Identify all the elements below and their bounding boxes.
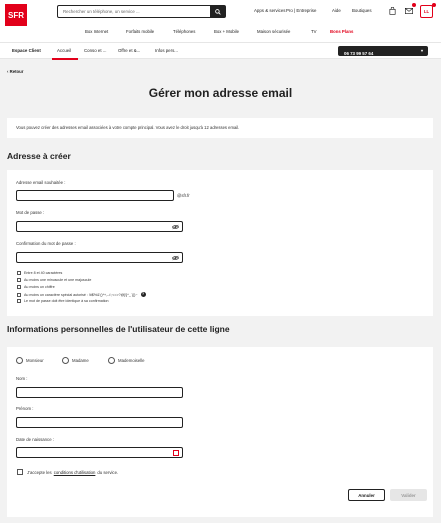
active-tab-indicator xyxy=(52,58,78,60)
page-title: Gérer mon adresse email xyxy=(148,86,293,100)
help-icon[interactable]: ? xyxy=(140,292,146,297)
mail-icon xyxy=(405,8,413,14)
email-field[interactable] xyxy=(16,190,174,201)
rule-checkbox xyxy=(17,278,21,282)
line-number: 06 73 99 57 64 xyxy=(344,51,374,56)
line-selector[interactable]: 06 73 99 57 64 ▾ xyxy=(338,46,428,56)
radio-button[interactable] xyxy=(62,357,69,364)
password-rule: Au moins un chiffre xyxy=(17,285,55,289)
email-label: Adresse email souhaitée : xyxy=(16,180,66,185)
account-button[interactable]: LL xyxy=(420,5,433,18)
personal-info-card: Monsieur Madame Mademoiselle Nom : Préno… xyxy=(7,347,433,517)
rule-text: Au moins une minuscule et une majuscule xyxy=(24,278,92,282)
accept-terms[interactable]: J'accepte les conditions d'utilisation d… xyxy=(17,469,118,475)
nav-box-mobile[interactable]: Box + Mobile xyxy=(214,29,239,34)
lastname-input[interactable] xyxy=(17,388,182,397)
chevron-down-icon: ▾ xyxy=(420,48,423,53)
firstname-label: Prénom : xyxy=(16,406,34,411)
top-link-shops[interactable]: Boutiques xyxy=(352,8,372,13)
account-badge xyxy=(432,3,436,7)
nav-maison-securisee[interactable]: Maison sécurisée xyxy=(257,29,290,34)
search-button[interactable] xyxy=(210,6,225,17)
calendar-icon[interactable] xyxy=(173,450,179,456)
civility-label: Mademoiselle xyxy=(118,358,145,363)
birthdate-field[interactable] xyxy=(16,447,183,458)
civility-label: Madame xyxy=(72,358,89,363)
top-link-apps[interactable]: Apps & services xyxy=(254,8,285,13)
create-email-card: Adresse email souhaitée : @sfr.fr Mot de… xyxy=(7,170,433,316)
customer-subnav: Espace Client Accueil Conso et ... Offre… xyxy=(0,42,441,60)
tab-infos-perso[interactable]: Infos pers... xyxy=(155,48,178,53)
top-link-help[interactable]: Aide xyxy=(332,8,341,13)
firstname-field[interactable] xyxy=(16,417,183,428)
birthdate-label: Date de naissance : xyxy=(16,437,54,442)
back-link[interactable]: ‹ Retour xyxy=(7,69,23,74)
accept-prefix: J'accepte les xyxy=(27,469,52,475)
accept-suffix: du service. xyxy=(97,469,119,475)
nav-box-internet[interactable]: Box Internet xyxy=(85,29,108,34)
rule-text: Au moins un chiffre xyxy=(24,285,55,289)
email-input[interactable] xyxy=(17,191,173,200)
search-bar xyxy=(57,5,226,18)
rule-checkbox xyxy=(17,299,21,303)
rule-text: Entre 8 et 40 caractères xyxy=(24,271,63,275)
password-rule: Entre 8 et 40 caractères xyxy=(17,271,62,275)
firstname-input[interactable] xyxy=(17,418,182,427)
confirm-password-field[interactable] xyxy=(16,252,183,263)
confirm-password-label: Confirmation du mot de passe : xyxy=(16,241,76,246)
nav-forfaits-mobile[interactable]: Forfaits mobile xyxy=(126,29,154,34)
search-icon xyxy=(214,8,221,15)
accept-checkbox[interactable] xyxy=(17,469,23,475)
back-label: Retour xyxy=(9,69,24,74)
password-rule: Au moins une minuscule et une majuscule xyxy=(17,278,91,282)
rule-checkbox xyxy=(17,292,21,297)
civility-option-monsieur[interactable]: Monsieur xyxy=(16,357,44,364)
nav-telephones[interactable]: Téléphones xyxy=(173,29,195,34)
messages-button[interactable] xyxy=(403,3,416,17)
validate-button[interactable]: Valider xyxy=(390,489,427,501)
personal-section-title: Informations personnelles de l'utilisate… xyxy=(7,324,230,334)
civility-label: Monsieur xyxy=(26,358,44,363)
radio-button[interactable] xyxy=(16,357,23,364)
rule-checkbox xyxy=(17,285,21,289)
top-link-pro[interactable]: Pro | Entreprise xyxy=(286,8,316,13)
password-field[interactable] xyxy=(16,221,183,232)
cancel-button[interactable]: Annuler xyxy=(348,489,385,501)
nav-tv[interactable]: TV xyxy=(311,29,317,34)
eye-icon[interactable] xyxy=(172,255,179,261)
top-header: SFR Apps & services Pro | Entreprise Aid… xyxy=(0,0,441,42)
terms-link[interactable]: conditions d'utilisation xyxy=(54,470,96,475)
bag-icon xyxy=(389,7,395,15)
password-input[interactable] xyxy=(17,222,182,231)
eye-icon[interactable] xyxy=(172,224,179,230)
password-rule: Le mot de passe doit être identique à sa… xyxy=(17,299,109,303)
civility-option-mademoiselle[interactable]: Mademoiselle xyxy=(108,357,145,364)
create-section-title: Adresse à créer xyxy=(7,151,71,161)
rule-text: Le mot de passe doit être identique à sa… xyxy=(24,299,109,303)
civility-option-madame[interactable]: Madame xyxy=(62,357,89,364)
email-suffix: @sfr.fr xyxy=(177,193,190,198)
tab-conso[interactable]: Conso et ... xyxy=(84,48,106,53)
birthdate-input[interactable] xyxy=(17,448,182,457)
rule-checkbox xyxy=(17,271,21,275)
sfr-logo[interactable]: SFR xyxy=(5,4,27,26)
lastname-label: Nom : xyxy=(16,376,28,381)
info-text: Vous pouvez créer des adresses email ass… xyxy=(16,125,240,130)
confirm-password-input[interactable] xyxy=(17,253,182,262)
nav-bons-plans[interactable]: Bons Plans xyxy=(330,29,353,34)
password-rule: Au moins un caractère spécial autorisé :… xyxy=(17,292,146,297)
subnav-brand[interactable]: Espace Client xyxy=(12,48,41,53)
tab-accueil[interactable]: Accueil xyxy=(57,48,71,53)
info-banner: Vous pouvez créer des adresses email ass… xyxy=(7,118,433,138)
cart-button[interactable] xyxy=(386,5,398,17)
radio-button[interactable] xyxy=(108,357,115,364)
lastname-field[interactable] xyxy=(16,387,183,398)
password-label: Mot de passe : xyxy=(16,210,45,215)
notification-dot xyxy=(412,3,416,7)
search-input[interactable] xyxy=(58,9,208,14)
tab-offre[interactable]: Offre et &... xyxy=(118,48,140,53)
rule-text: Au moins un caractère spécial autorisé :… xyxy=(24,292,138,297)
